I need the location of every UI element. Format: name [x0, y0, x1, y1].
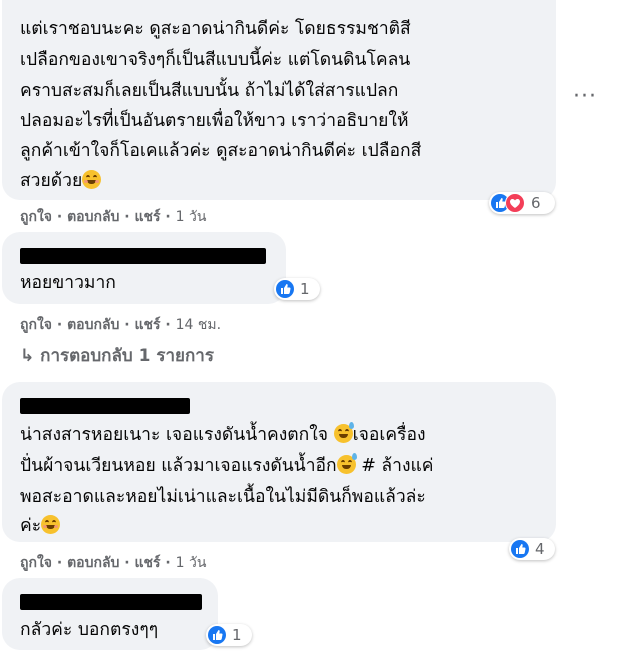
- grinning-sweat-emoji-icon: [333, 422, 354, 443]
- comment-1-line-1: แต่เราชอบนะคะ ดูสะอาดน่ากินดีค่ะ โดยธรรม…: [20, 19, 411, 39]
- share-link[interactable]: แชร์: [135, 317, 161, 333]
- comment-1-actions: ถูกใจ · ตอบกลับ · แชร์ · 1 วัน: [20, 209, 207, 225]
- more-options-icon[interactable]: ···: [573, 84, 597, 109]
- redacted-author-name: [20, 594, 202, 610]
- reply-link[interactable]: ตอบกลับ: [67, 317, 119, 333]
- reaction-count-4: 1: [232, 626, 242, 644]
- comment-1-line-5: ลูกค้าเข้าใจก็โอเคแล้วค่ะ ดูสะอาดน่ากินด…: [20, 141, 422, 161]
- timestamp[interactable]: 1 วัน: [176, 555, 207, 571]
- reaction-summary-2[interactable]: 1: [274, 278, 320, 300]
- reaction-count-3: 4: [535, 540, 545, 558]
- reaction-summary-1[interactable]: 6: [489, 192, 555, 214]
- comment-3-line-4: ค่ะ: [20, 511, 61, 541]
- like-reaction-icon: [511, 540, 529, 558]
- like-link[interactable]: ถูกใจ: [20, 555, 52, 571]
- grinning-sweat-emoji-icon: [336, 453, 357, 474]
- reaction-count-2: 1: [300, 280, 310, 298]
- like-link[interactable]: ถูกใจ: [20, 209, 52, 225]
- comment-3-line-1: น่าสงสารหอยเนาะ เจอแรงดันน้ำคงตกใจ เจอเค…: [20, 420, 426, 450]
- reply-link[interactable]: ตอบกลับ: [67, 555, 119, 571]
- comment-3-line-2: ปั่นผ้าจนเวียนหอย แล้วมาเจอแรงดันน้ำอีก …: [20, 451, 434, 481]
- love-reaction-icon: [505, 193, 525, 213]
- like-reaction-icon: [276, 280, 294, 298]
- share-link[interactable]: แชร์: [135, 209, 161, 225]
- comment-4-text: กลัวค่ะ บอกตรงๆๆ: [20, 620, 159, 640]
- comment-1-header-fragment: ᄆᄆ ᄆᄆ: [20, 0, 91, 10]
- comment-2-actions: ถูกใจ · ตอบกลับ · แชร์ · 14 ชม.: [20, 317, 222, 333]
- comment-3-actions: ถูกใจ · ตอบกลับ · แชร์ · 1 วัน: [20, 555, 207, 571]
- reaction-summary-3[interactable]: 4: [509, 538, 555, 560]
- comment-3-line-3: พอสะอาดและหอยไม่เน่าและเนื้อในไม่มีดินก็…: [20, 487, 426, 507]
- comment-1-line-2: เปลือกของเขาจริงๆก็เป็นสีแบบนี้ค่ะ แต่โด…: [20, 50, 411, 70]
- comment-1-line-4: ปลอมอะไรที่เป็นอันตรายเพื่อให้ขาว เราว่า…: [20, 111, 409, 131]
- like-link[interactable]: ถูกใจ: [20, 317, 52, 333]
- smiling-emoji-icon: [82, 170, 102, 189]
- view-replies-link[interactable]: ↳ การตอบกลับ 1 รายการ: [20, 342, 214, 369]
- comment-1-line-3: คราบสะสมก็เลยเป็นสีแบบนั้น ถ้าไม่ได้ใส่ส…: [20, 81, 399, 101]
- redacted-author-name: [20, 248, 266, 264]
- smiling-emoji-icon: [41, 515, 61, 534]
- reply-link[interactable]: ตอบกลับ: [67, 209, 119, 225]
- timestamp[interactable]: 14 ชม.: [176, 317, 221, 333]
- like-reaction-icon: [208, 626, 226, 644]
- redacted-author-name: [20, 398, 190, 414]
- share-link[interactable]: แชร์: [135, 555, 161, 571]
- reaction-count-1: 6: [531, 194, 541, 212]
- timestamp[interactable]: 1 วัน: [176, 209, 207, 225]
- reaction-summary-4[interactable]: 1: [206, 624, 252, 646]
- comment-1-line-6: สวยด้วย: [20, 166, 102, 196]
- comment-2-text: หอยขาวมาก: [20, 273, 116, 293]
